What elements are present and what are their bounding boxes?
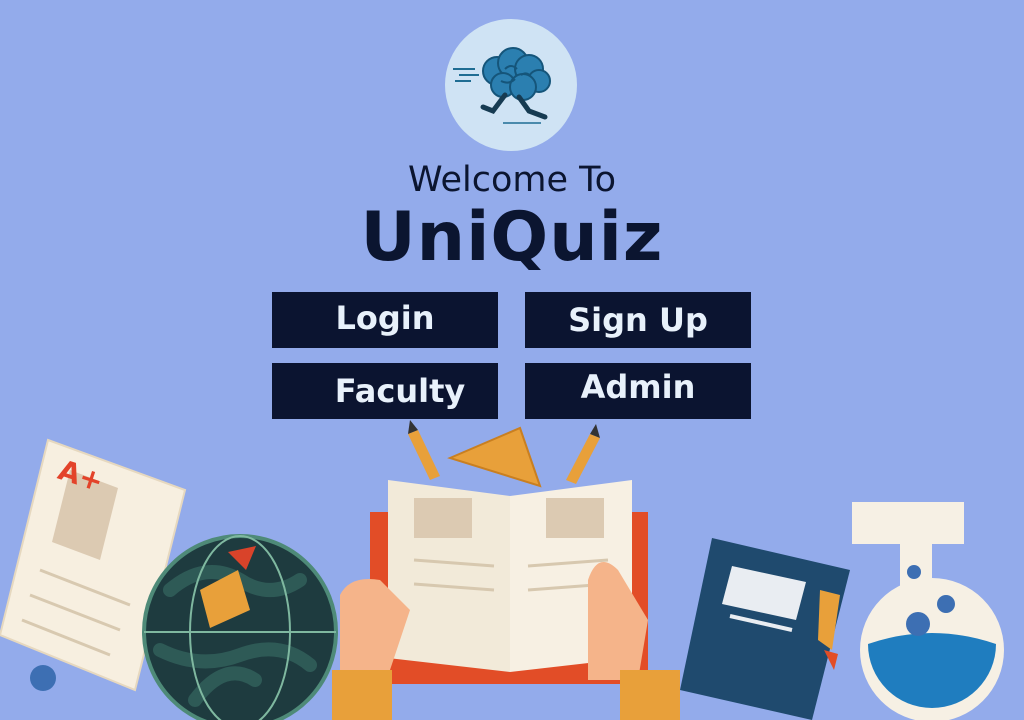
flask-icon [852,502,1004,720]
open-book-icon [332,480,680,720]
signup-button[interactable]: Sign Up [525,292,751,348]
faculty-button[interactable]: Faculty [272,363,498,419]
notebook-icon [680,538,850,720]
admin-button[interactable]: Admin [525,363,751,419]
education-illustration: A+ [0,420,1004,720]
triangle-ruler-icon [447,426,542,488]
app-title: UniQuiz [360,198,664,277]
globe-icon [142,534,338,720]
app-logo [445,19,577,151]
running-brain-icon [453,47,551,124]
welcome-text: Welcome To [407,160,617,200]
login-button[interactable]: Login [272,292,498,348]
